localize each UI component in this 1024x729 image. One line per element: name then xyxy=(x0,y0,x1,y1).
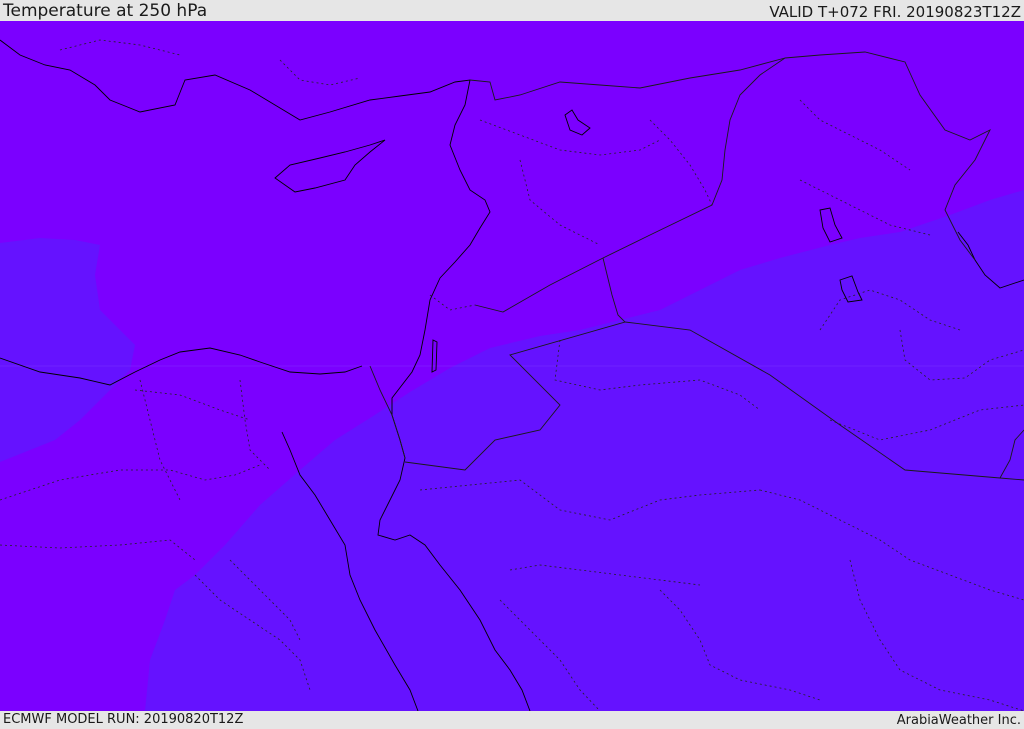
header-bar: Temperature at 250 hPa VALID T+072 FRI. … xyxy=(0,0,1024,21)
footer-bar: ECMWF MODEL RUN: 20190820T12Z ArabiaWeat… xyxy=(0,711,1024,729)
weather-map[interactable] xyxy=(0,21,1024,711)
map-title: Temperature at 250 hPa xyxy=(3,1,208,21)
credit-label: ArabiaWeather Inc. xyxy=(896,713,1021,728)
valid-time-label: VALID T+072 FRI. 20190823T12Z xyxy=(769,3,1021,21)
model-run-label: ECMWF MODEL RUN: 20190820T12Z xyxy=(3,712,244,727)
